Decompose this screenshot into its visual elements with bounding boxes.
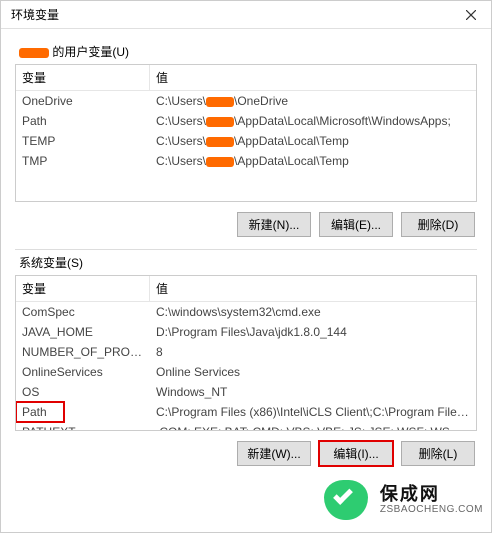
redacted-icon xyxy=(206,157,234,167)
var-name: OnlineServices xyxy=(16,362,150,382)
table-row[interactable]: Path C:\Users\\AppData\Local\Microsoft\W… xyxy=(16,111,476,131)
dialog-title: 环境变量 xyxy=(11,6,59,23)
close-button[interactable] xyxy=(451,1,491,29)
var-name: ComSpec xyxy=(16,302,150,322)
var-name: OneDrive xyxy=(16,91,150,111)
var-value: .COM;.EXE;.BAT;.CMD;.VBS;.VBE;.JS;.JSE;.… xyxy=(150,422,476,431)
user-new-button[interactable]: 新建(N)... xyxy=(237,212,311,237)
user-vars-header: 变量 值 xyxy=(16,65,476,91)
system-vars-header: 变量 值 xyxy=(16,276,476,302)
var-value: C:\windows\system32\cmd.exe xyxy=(150,302,476,322)
var-value: D:\Program Files\Java\jdk1.8.0_144 xyxy=(150,322,476,342)
watermark-text: 保成网 ZSBAOCHENG.COM xyxy=(380,485,483,516)
dialog-body: 的用户变量(U) 变量 值 OneDrive C:\Users\\OneDriv… xyxy=(1,29,491,478)
table-row[interactable]: OS Windows_NT xyxy=(16,382,476,402)
user-vars-buttons: 新建(N)... 编辑(E)... 删除(D) xyxy=(15,202,477,249)
system-vars-table[interactable]: 变量 值 ComSpec C:\windows\system32\cmd.exe… xyxy=(15,275,477,431)
var-name: JAVA_HOME xyxy=(16,322,150,342)
col-header-value[interactable]: 值 xyxy=(150,276,476,301)
titlebar: 环境变量 xyxy=(1,1,491,29)
table-row[interactable]: NUMBER_OF_PROCESSORS 8 xyxy=(16,342,476,362)
col-header-value[interactable]: 值 xyxy=(150,65,476,90)
system-edit-button[interactable]: 编辑(I)... xyxy=(319,441,393,466)
col-header-name[interactable]: 变量 xyxy=(16,65,150,90)
var-value: C:\Users\\AppData\Local\Temp xyxy=(150,131,476,151)
table-row[interactable]: JAVA_HOME D:\Program Files\Java\jdk1.8.0… xyxy=(16,322,476,342)
var-name: NUMBER_OF_PROCESSORS xyxy=(16,342,150,362)
table-row-path-highlighted[interactable]: Path C:\Program Files (x86)\Intel\iCLS C… xyxy=(16,402,476,422)
watermark-cn: 保成网 xyxy=(380,485,483,505)
user-edit-button[interactable]: 编辑(E)... xyxy=(319,212,393,237)
table-row[interactable]: TEMP C:\Users\\AppData\Local\Temp xyxy=(16,131,476,151)
shield-check-icon xyxy=(318,476,374,524)
redacted-icon xyxy=(206,137,234,147)
var-name: TEMP xyxy=(16,131,150,151)
var-value: C:\Users\\AppData\Local\Temp xyxy=(150,151,476,171)
col-header-name[interactable]: 变量 xyxy=(16,276,150,301)
system-vars-buttons: 新建(W)... 编辑(I)... 删除(L) xyxy=(15,431,477,478)
user-delete-button[interactable]: 删除(D) xyxy=(401,212,475,237)
var-name: OS xyxy=(16,382,150,402)
close-icon xyxy=(466,10,476,20)
redacted-icon xyxy=(206,117,234,127)
user-vars-label: 的用户变量(U) xyxy=(19,43,477,60)
system-delete-button[interactable]: 删除(L) xyxy=(401,441,475,466)
redacted-username-icon xyxy=(19,48,49,58)
var-value: C:\Users\\OneDrive xyxy=(150,91,476,111)
system-vars-label: 系统变量(S) xyxy=(19,254,477,271)
var-value: C:\Program Files (x86)\Intel\iCLS Client… xyxy=(64,402,476,422)
var-value: Online Services xyxy=(150,362,476,382)
var-name: TMP xyxy=(16,151,150,171)
user-vars-label-text: 的用户变量(U) xyxy=(52,45,129,59)
watermark: 保成网 ZSBAOCHENG.COM xyxy=(314,472,487,528)
var-name: Path xyxy=(16,111,150,131)
table-row[interactable]: TMP C:\Users\\AppData\Local\Temp xyxy=(16,151,476,171)
divider xyxy=(15,249,477,250)
watermark-en: ZSBAOCHENG.COM xyxy=(380,504,483,515)
redacted-icon xyxy=(206,97,234,107)
user-vars-table[interactable]: 变量 值 OneDrive C:\Users\\OneDrive Path C:… xyxy=(15,64,477,202)
table-row[interactable]: OnlineServices Online Services xyxy=(16,362,476,382)
table-row[interactable]: PATHEXT .COM;.EXE;.BAT;.CMD;.VBS;.VBE;.J… xyxy=(16,422,476,431)
var-name: PATHEXT xyxy=(16,422,150,431)
var-value: 8 xyxy=(150,342,476,362)
var-name: Path xyxy=(16,402,64,422)
table-row[interactable]: OneDrive C:\Users\\OneDrive xyxy=(16,91,476,111)
env-vars-dialog: 环境变量 的用户变量(U) 变量 值 OneDrive C:\Users\\On… xyxy=(0,0,492,533)
var-value: Windows_NT xyxy=(150,382,476,402)
var-value: C:\Users\\AppData\Local\Microsoft\Window… xyxy=(150,111,476,131)
system-new-button[interactable]: 新建(W)... xyxy=(237,441,311,466)
table-row[interactable]: ComSpec C:\windows\system32\cmd.exe xyxy=(16,302,476,322)
